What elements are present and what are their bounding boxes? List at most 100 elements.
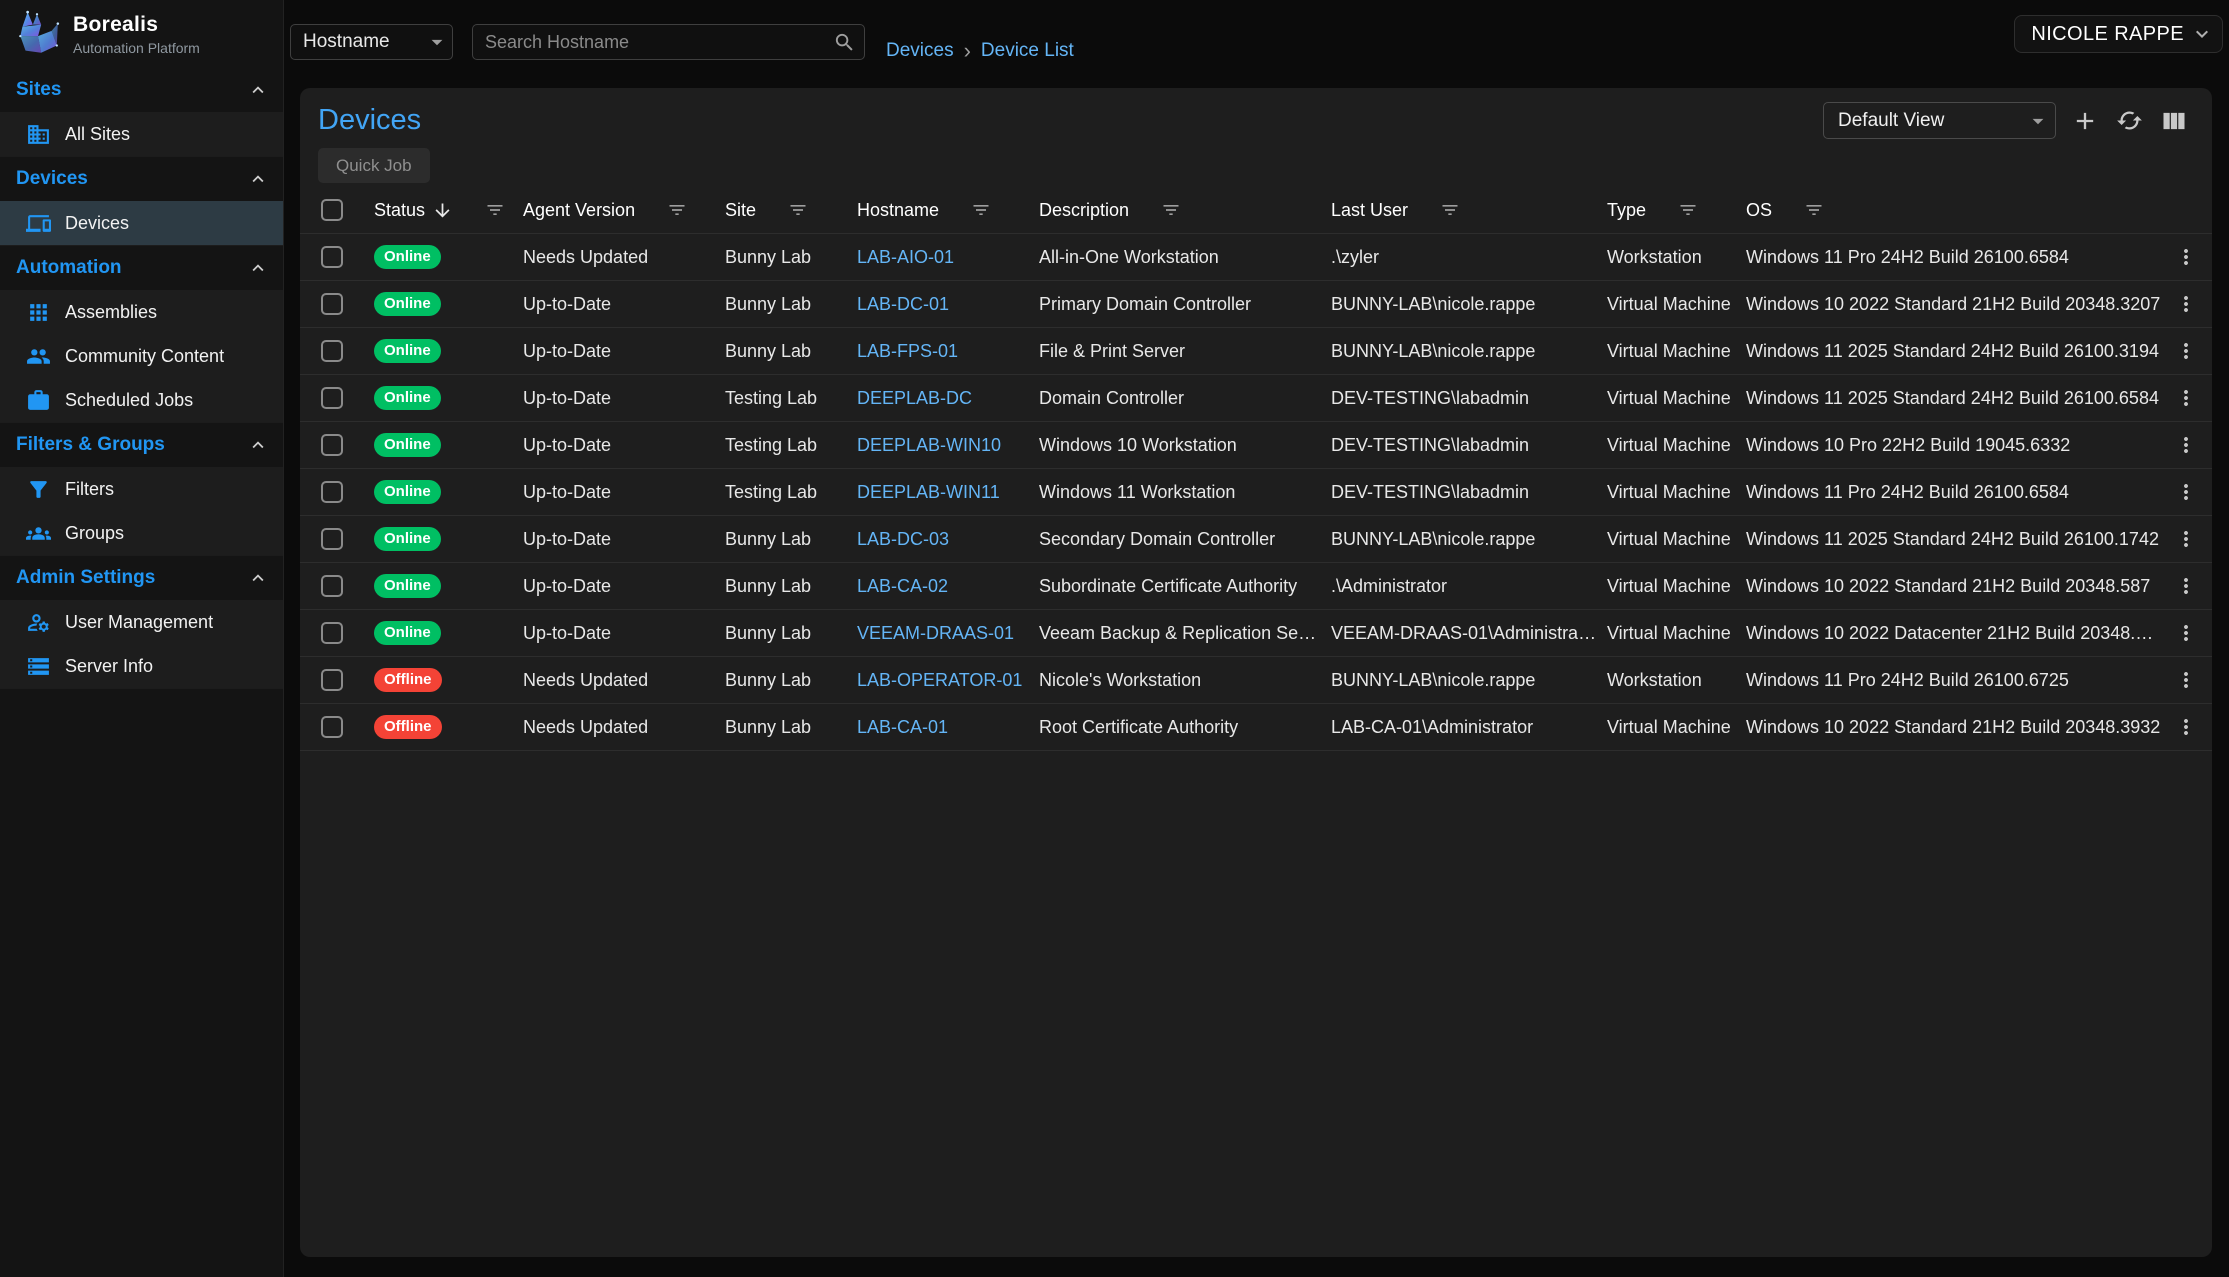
row-menu-button[interactable] bbox=[2172, 572, 2200, 600]
search-input[interactable] bbox=[485, 32, 833, 53]
row-menu-button[interactable] bbox=[2172, 478, 2200, 506]
row-checkbox[interactable] bbox=[321, 528, 343, 550]
row-checkbox[interactable] bbox=[321, 293, 343, 315]
row-menu-button[interactable] bbox=[2172, 337, 2200, 365]
select-all-checkbox[interactable] bbox=[321, 199, 343, 221]
quick-job-button[interactable]: Quick Job bbox=[318, 148, 430, 183]
row-checkbox[interactable] bbox=[321, 340, 343, 362]
row-menu-button[interactable] bbox=[2172, 666, 2200, 694]
sidebar-section-automation[interactable]: Automation bbox=[0, 246, 283, 290]
table-row[interactable]: Online Up-to-Date Bunny Lab LAB-DC-03 Se… bbox=[300, 516, 2212, 563]
column-header-agent-version[interactable]: Agent Version bbox=[513, 200, 715, 221]
sidebar-section-sites[interactable]: Sites bbox=[0, 68, 283, 112]
table-row[interactable]: Offline Needs Updated Bunny Lab LAB-OPER… bbox=[300, 657, 2212, 704]
column-header-os[interactable]: OS bbox=[1736, 200, 2161, 221]
table-row[interactable]: Online Up-to-Date Testing Lab DEEPLAB-WI… bbox=[300, 469, 2212, 516]
row-menu-button[interactable] bbox=[2172, 290, 2200, 318]
cell-agent-version: Up-to-Date bbox=[513, 294, 715, 315]
hostname-link[interactable]: LAB-DC-01 bbox=[857, 294, 949, 314]
sort-desc-icon[interactable] bbox=[432, 200, 453, 221]
column-header-description[interactable]: Description bbox=[1029, 200, 1321, 221]
sidebar-item-user-management[interactable]: User Management bbox=[0, 600, 283, 644]
add-view-button[interactable] bbox=[2069, 105, 2101, 137]
cell-last-user: BUNNY-LAB\nicole.rappe bbox=[1321, 294, 1597, 315]
hostname-link[interactable]: LAB-CA-02 bbox=[857, 576, 948, 596]
dropdown-arrow-icon bbox=[424, 29, 450, 55]
cell-site: Bunny Lab bbox=[715, 341, 847, 362]
columns-icon bbox=[2160, 107, 2188, 135]
hostname-link[interactable]: LAB-FPS-01 bbox=[857, 341, 958, 361]
hostname-link[interactable]: LAB-CA-01 bbox=[857, 717, 948, 737]
column-filter-icon[interactable] bbox=[485, 200, 505, 220]
column-header-type[interactable]: Type bbox=[1597, 200, 1736, 221]
row-menu-button[interactable] bbox=[2172, 619, 2200, 647]
column-header-hostname[interactable]: Hostname bbox=[847, 200, 1029, 221]
column-filter-icon[interactable] bbox=[1161, 200, 1181, 220]
hostname-link[interactable]: DEEPLAB-WIN10 bbox=[857, 435, 1001, 455]
hostname-link[interactable]: DEEPLAB-DC bbox=[857, 388, 972, 408]
brand-subtitle: Automation Platform bbox=[73, 40, 200, 56]
sidebar-item-community-content[interactable]: Community Content bbox=[0, 334, 283, 378]
row-menu-button[interactable] bbox=[2172, 525, 2200, 553]
breadcrumb-devices[interactable]: Devices bbox=[886, 40, 954, 62]
refresh-button[interactable] bbox=[2114, 105, 2145, 136]
borealis-logo-icon bbox=[12, 9, 62, 59]
view-select[interactable]: Default View bbox=[1823, 102, 2056, 139]
sidebar-section-admin-settings[interactable]: Admin Settings bbox=[0, 556, 283, 600]
hostname-link[interactable]: LAB-AIO-01 bbox=[857, 247, 954, 267]
table-row[interactable]: Online Up-to-Date Testing Lab DEEPLAB-DC… bbox=[300, 375, 2212, 422]
hostname-link[interactable]: LAB-OPERATOR-01 bbox=[857, 670, 1022, 690]
breadcrumb-device-list[interactable]: Device List bbox=[981, 40, 1074, 62]
column-header-label: Type bbox=[1607, 200, 1646, 221]
row-checkbox[interactable] bbox=[321, 434, 343, 456]
hostname-link[interactable]: LAB-DC-03 bbox=[857, 529, 949, 549]
row-menu-button[interactable] bbox=[2172, 243, 2200, 271]
table-row[interactable]: Online Up-to-Date Bunny Lab LAB-CA-02 Su… bbox=[300, 563, 2212, 610]
column-filter-icon[interactable] bbox=[971, 200, 991, 220]
row-checkbox[interactable] bbox=[321, 575, 343, 597]
columns-button[interactable] bbox=[2158, 105, 2190, 137]
table-row[interactable]: Online Up-to-Date Testing Lab DEEPLAB-WI… bbox=[300, 422, 2212, 469]
table-row[interactable]: Online Up-to-Date Bunny Lab VEEAM-DRAAS-… bbox=[300, 610, 2212, 657]
search-field-select[interactable]: Hostname bbox=[290, 24, 453, 60]
row-checkbox[interactable] bbox=[321, 481, 343, 503]
row-checkbox[interactable] bbox=[321, 246, 343, 268]
hostname-link[interactable]: DEEPLAB-WIN11 bbox=[857, 482, 1000, 502]
cell-last-user: BUNNY-LAB\nicole.rappe bbox=[1321, 529, 1597, 550]
column-header-status[interactable]: Status bbox=[364, 200, 513, 221]
search-box bbox=[472, 24, 865, 60]
table-row[interactable]: Offline Needs Updated Bunny Lab LAB-CA-0… bbox=[300, 704, 2212, 751]
column-filter-icon[interactable] bbox=[667, 200, 687, 220]
column-header-last-user[interactable]: Last User bbox=[1321, 200, 1597, 221]
cell-last-user: .\zyler bbox=[1321, 247, 1597, 268]
column-filter-icon[interactable] bbox=[788, 200, 808, 220]
column-filter-icon[interactable] bbox=[1804, 200, 1824, 220]
row-menu-button[interactable] bbox=[2172, 384, 2200, 412]
row-menu-button[interactable] bbox=[2172, 431, 2200, 459]
status-badge: Online bbox=[374, 480, 441, 505]
sidebar-item-devices[interactable]: Devices bbox=[0, 201, 283, 245]
row-checkbox[interactable] bbox=[321, 716, 343, 738]
sidebar-item-scheduled-jobs[interactable]: Scheduled Jobs bbox=[0, 378, 283, 422]
sidebar-item-all-sites[interactable]: All Sites bbox=[0, 112, 283, 156]
sidebar-section-filters-groups[interactable]: Filters & Groups bbox=[0, 423, 283, 467]
row-checkbox[interactable] bbox=[321, 669, 343, 691]
user-menu-button[interactable]: NICOLE RAPPE bbox=[2014, 15, 2223, 53]
table-row[interactable]: Online Up-to-Date Bunny Lab LAB-DC-01 Pr… bbox=[300, 281, 2212, 328]
cell-last-user: LAB-CA-01\Administrator bbox=[1321, 717, 1597, 738]
sidebar-item-filters[interactable]: Filters bbox=[0, 467, 283, 511]
sidebar-item-assemblies[interactable]: Assemblies bbox=[0, 290, 283, 334]
row-checkbox[interactable] bbox=[321, 387, 343, 409]
column-header-site[interactable]: Site bbox=[715, 200, 847, 221]
column-filter-icon[interactable] bbox=[1440, 200, 1460, 220]
sidebar-item-server-info[interactable]: Server Info bbox=[0, 644, 283, 688]
table-row[interactable]: Online Up-to-Date Bunny Lab LAB-FPS-01 F… bbox=[300, 328, 2212, 375]
sidebar-item-groups[interactable]: Groups bbox=[0, 511, 283, 555]
sidebar-section-devices[interactable]: Devices bbox=[0, 157, 283, 201]
row-checkbox[interactable] bbox=[321, 622, 343, 644]
column-filter-icon[interactable] bbox=[1678, 200, 1698, 220]
table-row[interactable]: Online Needs Updated Bunny Lab LAB-AIO-0… bbox=[300, 234, 2212, 281]
sidebar-section-label: Automation bbox=[16, 257, 122, 279]
row-menu-button[interactable] bbox=[2172, 713, 2200, 741]
hostname-link[interactable]: VEEAM-DRAAS-01 bbox=[857, 623, 1014, 643]
